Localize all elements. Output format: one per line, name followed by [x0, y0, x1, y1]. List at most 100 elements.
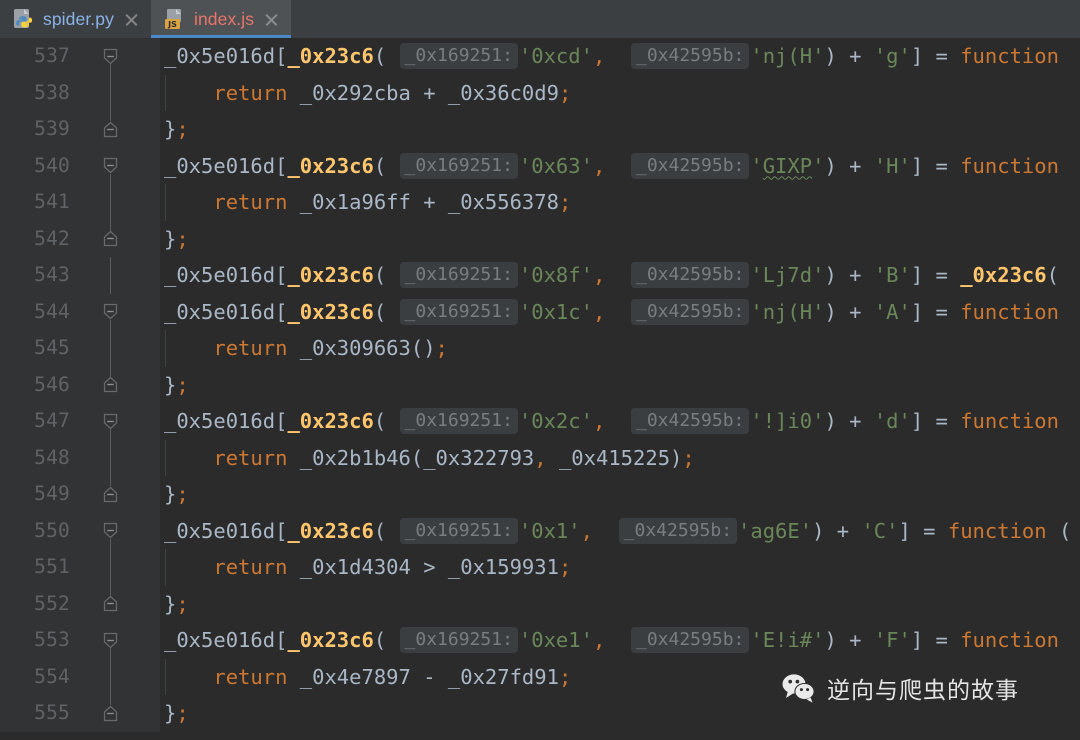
- code-token: ) +: [824, 44, 874, 68]
- code-token: function: [947, 518, 1047, 543]
- code-text[interactable]: _0x5e016d[_0x23c6( _0x169251: '0x8f', _0x…: [164, 257, 1059, 294]
- code-line[interactable]: 555};: [0, 695, 1080, 732]
- code-token: ,: [592, 153, 606, 178]
- code-text[interactable]: _0x5e016d[_0x23c6( _0x169251: '0x1c', _0x…: [164, 294, 1059, 331]
- code-line[interactable]: 547 _0x5e016d[_0x23c6( _0x169251: '0x2c', …: [0, 403, 1080, 440]
- code-token: [: [275, 518, 288, 543]
- code-text[interactable]: return _0x4e7897 - _0x27fd91;: [164, 659, 571, 696]
- code-line[interactable]: 550 _0x5e016d[_0x23c6( _0x169251: '0x1', _…: [0, 513, 1080, 550]
- code-token: _0x309663(): [287, 336, 436, 360]
- code-line[interactable]: 539};: [0, 111, 1080, 148]
- code-editor[interactable]: 537 _0x5e016d[_0x23c6( _0x169251: '0xcd', …: [0, 38, 1080, 740]
- code-token: ;: [176, 701, 189, 725]
- code-token: return: [213, 445, 288, 470]
- code-text[interactable]: };: [164, 367, 189, 404]
- code-token: '0xe1': [518, 628, 593, 652]
- fold-end-icon[interactable]: [101, 120, 120, 139]
- fold-connector-line: [110, 220, 111, 231]
- close-icon[interactable]: [263, 11, 280, 28]
- fold-end-icon[interactable]: [101, 485, 120, 504]
- line-number: 538: [34, 80, 70, 104]
- code-token: ;: [558, 555, 572, 579]
- code-token: ,: [534, 445, 547, 470]
- code-text[interactable]: _0x5e016d[_0x23c6( _0x169251: '0x63', _0x…: [164, 148, 1059, 185]
- code-text[interactable]: _0x5e016d[_0x23c6( _0x169251: '0x2c', _0x…: [164, 403, 1059, 440]
- code-text[interactable]: return _0x309663();: [164, 330, 448, 367]
- code-token: ;: [558, 190, 572, 214]
- code-line[interactable]: 554 return _0x4e7897 - _0x27fd91;: [0, 659, 1080, 696]
- code-text[interactable]: _0x5e016d[_0x23c6( _0x169251: '0x1', _0x4…: [164, 513, 1071, 550]
- code-line[interactable]: 543 _0x5e016d[_0x23c6( _0x169251: '0x8f', …: [0, 257, 1080, 294]
- code-token: ) +: [812, 518, 862, 543]
- code-line[interactable]: 544 _0x5e016d[_0x23c6( _0x169251: '0x1c', …: [0, 294, 1080, 331]
- fold-end-icon[interactable]: [101, 375, 120, 394]
- fold-connector-line: [110, 257, 111, 294]
- code-text[interactable]: };: [164, 221, 189, 258]
- code-token: [: [275, 409, 288, 433]
- code-token: _0x23c6: [287, 518, 374, 543]
- code-token: 'ag6E': [738, 518, 813, 543]
- tab-spider-py[interactable]: spider.py: [0, 0, 151, 38]
- fold-end-icon[interactable]: [101, 229, 120, 248]
- fold-start-icon[interactable]: [101, 47, 120, 66]
- close-icon[interactable]: [123, 11, 140, 28]
- code-token: 'A': [873, 299, 911, 324]
- code-line[interactable]: 548 return _0x2b1b46(_0x322793, _0x41522…: [0, 440, 1080, 477]
- fold-start-icon[interactable]: [101, 302, 120, 321]
- parameter-hint: _0x42595b:: [618, 517, 738, 544]
- fold-start-icon[interactable]: [101, 156, 120, 175]
- parameter-hint: _0x42595b:: [631, 298, 750, 325]
- code-token: ,: [592, 628, 606, 652]
- code-token: }: [164, 591, 177, 616]
- code-text[interactable]: _0x5e016d[_0x23c6( _0x169251: '0xe1', _0x…: [164, 622, 1059, 659]
- code-token: ,: [592, 263, 606, 287]
- code-line[interactable]: 538 return _0x292cba + _0x36c0d9;: [0, 75, 1080, 112]
- code-token: '0x63': [518, 153, 593, 178]
- fold-start-icon[interactable]: [101, 631, 120, 650]
- code-line[interactable]: 540 _0x5e016d[_0x23c6( _0x169251: '0x63', …: [0, 148, 1080, 185]
- code-token: (: [373, 409, 387, 433]
- code-line[interactable]: 549};: [0, 476, 1080, 513]
- code-text[interactable]: };: [164, 111, 189, 148]
- code-text[interactable]: };: [164, 476, 189, 513]
- code-token: _0x5e016d: [164, 299, 276, 324]
- code-text[interactable]: return _0x1d4304 > _0x159931;: [164, 549, 571, 586]
- code-line[interactable]: 545 return _0x309663();: [0, 330, 1080, 367]
- code-token: (: [373, 263, 387, 287]
- code-line[interactable]: 551 return _0x1d4304 > _0x159931;: [0, 549, 1080, 586]
- code-token: _0x23c6: [287, 44, 374, 68]
- fold-connector-line: [110, 429, 111, 440]
- code-line[interactable]: 546};: [0, 367, 1080, 404]
- indent-guide: [165, 184, 166, 221]
- line-number: 542: [34, 226, 70, 250]
- code-line[interactable]: 537 _0x5e016d[_0x23c6( _0x169251: '0xcd', …: [0, 38, 1080, 75]
- code-token: '0x1': [518, 518, 581, 543]
- parameter-hint: _0x42595b:: [631, 627, 750, 653]
- fold-connector-line: [110, 330, 111, 367]
- fold-end-icon[interactable]: [101, 704, 120, 723]
- code-line[interactable]: 542};: [0, 221, 1080, 258]
- active-tab-indicator: [150, 35, 292, 38]
- fold-start-icon[interactable]: [101, 412, 120, 431]
- code-line[interactable]: 541 return _0x1a96ff + _0x556378;: [0, 184, 1080, 221]
- parameter-hint: _0x169251:: [399, 43, 518, 69]
- ide-window: spider.py JS index.js 537 _0x5e016d[_0x23…: [0, 0, 1080, 740]
- fold-end-icon[interactable]: [101, 594, 120, 613]
- code-text[interactable]: };: [164, 586, 189, 623]
- code-line[interactable]: 552};: [0, 586, 1080, 623]
- fold-start-icon[interactable]: [101, 521, 120, 540]
- code-text[interactable]: _0x5e016d[_0x23c6( _0x169251: '0xcd', _0x…: [164, 38, 1059, 75]
- code-text[interactable]: return _0x2b1b46(_0x322793, _0x415225);: [164, 440, 694, 477]
- code-text[interactable]: return _0x292cba + _0x36c0d9;: [164, 75, 571, 112]
- fold-connector-line: [110, 538, 111, 549]
- code-line[interactable]: 553 _0x5e016d[_0x23c6( _0x169251: '0xe1', …: [0, 622, 1080, 659]
- code-text[interactable]: return _0x1a96ff + _0x556378;: [164, 184, 571, 221]
- code-text[interactable]: };: [164, 695, 189, 732]
- code-token: function: [960, 409, 1059, 433]
- line-number: 544: [34, 299, 70, 323]
- tab-index-js[interactable]: JS index.js: [150, 0, 292, 38]
- code-token: _0x5e016d: [164, 263, 276, 287]
- parameter-hint: _0x42595b:: [631, 43, 750, 69]
